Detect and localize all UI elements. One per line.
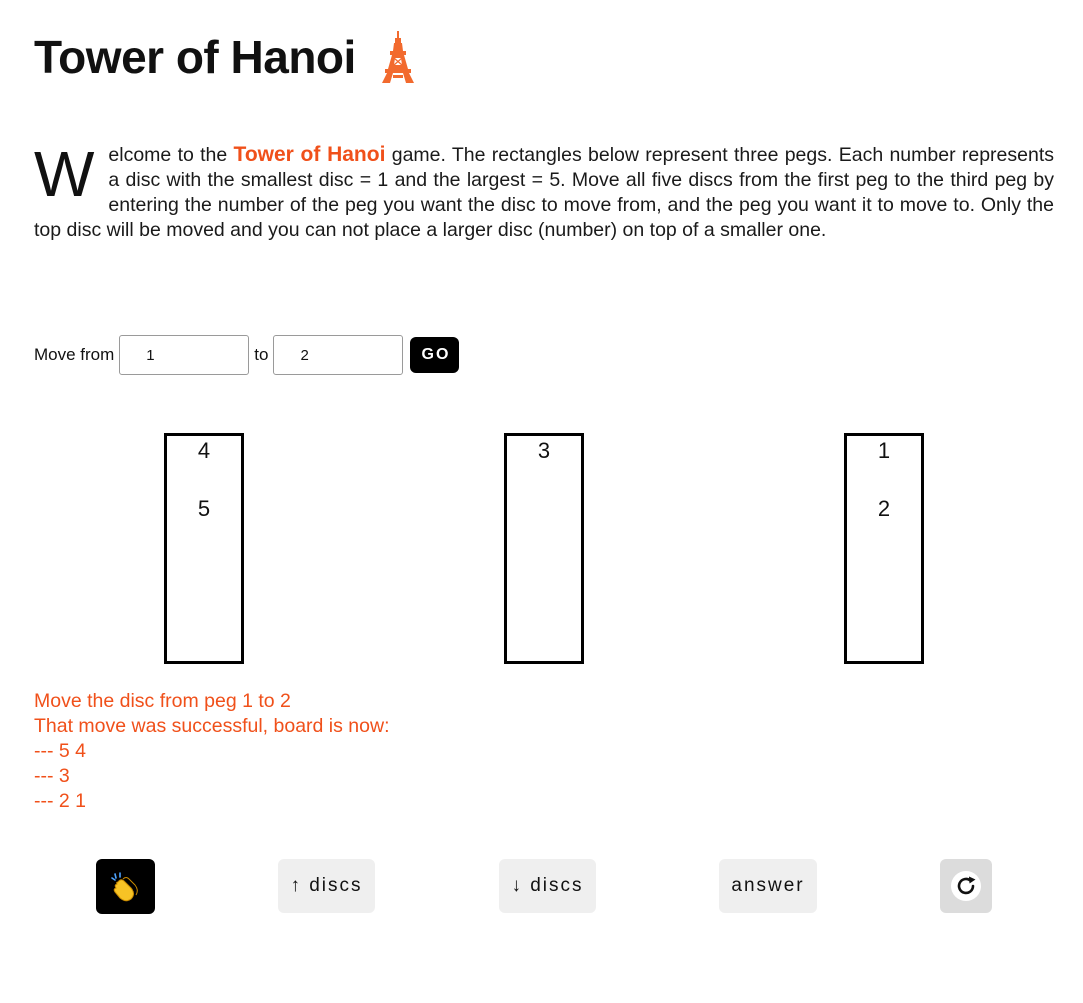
- peg-1: 4 5: [164, 433, 244, 664]
- log-line: --- 2 1: [34, 790, 87, 812]
- intro-highlight: Tower of Hanoi: [233, 143, 386, 166]
- peg-2: 3: [504, 433, 584, 664]
- log-line: That move was successful, board is now:: [34, 715, 390, 737]
- intro-paragraph: Welcome to the Tower of Hanoi game. The …: [34, 142, 1054, 243]
- disc: 3: [537, 438, 551, 463]
- peg-3: 1 2: [844, 433, 924, 664]
- log-line: --- 3: [34, 765, 70, 787]
- page-title: Tower of Hanoi: [34, 30, 418, 84]
- log-line: Move the disc from peg 1 to 2: [34, 690, 291, 712]
- go-button[interactable]: GO: [410, 337, 460, 373]
- move-from-label: Move from: [34, 345, 115, 364]
- intro-text-start: elcome to the: [108, 144, 234, 166]
- intro-dropcap: W: [34, 138, 95, 210]
- reload-icon: [951, 871, 981, 901]
- answer-button[interactable]: answer: [719, 859, 817, 913]
- tokyo-tower-icon: [378, 31, 418, 83]
- disc: 5: [197, 496, 211, 521]
- move-log: Move the disc from peg 1 to 2 That move …: [34, 689, 390, 814]
- disc: 4: [197, 438, 211, 463]
- move-to-label: to: [254, 345, 269, 364]
- reset-button[interactable]: [940, 859, 992, 913]
- clapping-hands-icon: [110, 871, 138, 901]
- log-line: --- 5 4: [34, 740, 87, 762]
- move-to-input[interactable]: [273, 335, 404, 375]
- move-from-input[interactable]: [119, 335, 250, 375]
- more-discs-button[interactable]: ↑ discs: [278, 859, 375, 913]
- fewer-discs-button[interactable]: ↓ discs: [499, 859, 596, 913]
- clap-button[interactable]: [96, 859, 155, 914]
- title-text: Tower of Hanoi: [34, 31, 356, 83]
- move-form: Move from to GO: [34, 335, 460, 375]
- disc: 2: [877, 496, 891, 521]
- disc: 1: [877, 438, 891, 463]
